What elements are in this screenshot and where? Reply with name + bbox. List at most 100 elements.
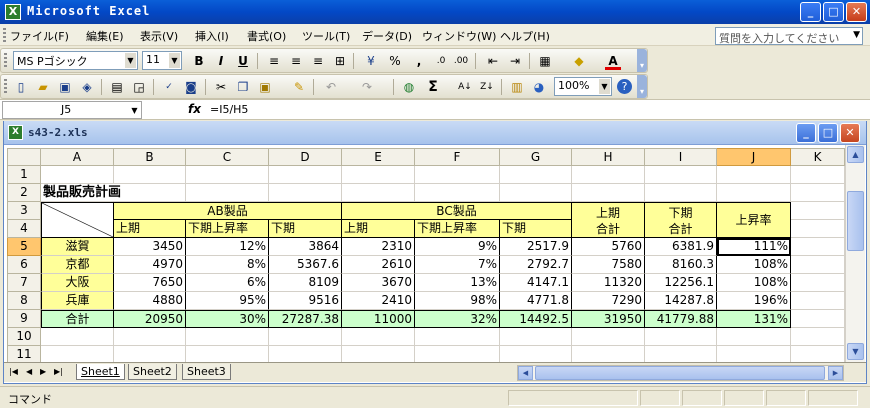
cell[interactable] — [791, 202, 845, 220]
hyperlink-icon[interactable]: ◍ — [401, 79, 417, 95]
data-cell-h[interactable]: 11320 — [572, 274, 645, 292]
column-header-e[interactable]: E — [342, 148, 415, 166]
align-center-icon[interactable]: ≡ — [288, 53, 304, 69]
cell[interactable] — [114, 166, 186, 184]
chevron-down-icon[interactable]: ▼ — [125, 53, 136, 68]
horizontal-scrollbar[interactable]: ◀ ▶ — [517, 365, 844, 381]
save-icon[interactable]: ▣ — [57, 79, 73, 95]
region-name[interactable]: 京都 — [41, 256, 114, 274]
j-header[interactable]: 上昇率 — [717, 202, 791, 238]
selected-cell[interactable]: 111% — [717, 238, 791, 256]
data-cell-b[interactable]: 3450 — [114, 238, 186, 256]
column-header-c[interactable]: C — [186, 148, 269, 166]
increase-decimal-icon[interactable]: .0 — [433, 53, 449, 69]
cell[interactable] — [415, 328, 500, 346]
region-name[interactable]: 滋賀 — [41, 238, 114, 256]
cell[interactable] — [342, 328, 415, 346]
research-icon[interactable]: ◙ — [183, 79, 199, 95]
row-header-5[interactable]: 5 — [7, 238, 41, 256]
vertical-scrollbar[interactable]: ▲ ▼ — [845, 145, 865, 362]
undo-icon[interactable]: ↶ — [323, 79, 339, 95]
sort-ascending-icon[interactable]: A↓ — [457, 79, 473, 95]
menu-view[interactable]: 表示(V) — [140, 28, 178, 44]
data-cell-g[interactable]: 2792.7 — [500, 256, 572, 274]
currency-icon[interactable]: ¥ — [363, 53, 379, 69]
data-cell-c[interactable]: 6% — [186, 274, 269, 292]
redo-icon[interactable]: ↷ — [359, 79, 375, 95]
column-header-h[interactable]: H — [572, 148, 645, 166]
total-cell-b[interactable]: 20950 — [114, 310, 186, 328]
chevron-down-icon[interactable]: ▼ — [129, 103, 140, 118]
data-cell-b[interactable]: 4880 — [114, 292, 186, 310]
zoom-select[interactable]: 100% ▼ — [554, 77, 612, 96]
cell[interactable] — [41, 328, 114, 346]
cell[interactable] — [41, 346, 114, 362]
column-header-a[interactable]: A — [41, 148, 114, 166]
copy-icon[interactable]: ❐ — [235, 79, 251, 95]
sub-header[interactable]: 下期上昇率 — [415, 220, 500, 238]
spreadsheet-grid[interactable]: A B C D E F G H I J K 1 2 3 4 5 6 7 8 9 10 11 製品販売計画 AB製品 BC製品 上期… — [4, 145, 845, 362]
data-cell-d[interactable]: 8109 — [269, 274, 342, 292]
data-cell-j[interactable]: 108% — [717, 274, 791, 292]
menu-window[interactable]: ウィンドウ(W) — [422, 28, 496, 44]
autosum-icon[interactable]: Σ — [425, 79, 441, 95]
row-header-4[interactable]: 4 — [7, 220, 41, 238]
group-header-bc[interactable]: BC製品 — [342, 202, 572, 220]
underline-icon[interactable]: U — [235, 53, 251, 69]
sub-header[interactable]: 上期 — [342, 220, 415, 238]
chevron-down-icon[interactable]: ▼ — [169, 53, 180, 68]
data-cell-e[interactable]: 2610 — [342, 256, 415, 274]
sub-header[interactable]: 上期 — [114, 220, 186, 238]
cell[interactable] — [269, 346, 342, 362]
data-cell-h[interactable]: 7580 — [572, 256, 645, 274]
scroll-down-icon[interactable]: ▼ — [847, 343, 864, 360]
bold-icon[interactable]: B — [191, 53, 207, 69]
toolbar-options-icon[interactable]: ▾ — [637, 49, 647, 72]
scroll-left-icon[interactable]: ◀ — [518, 366, 533, 380]
cell[interactable] — [186, 166, 269, 184]
cell[interactable] — [415, 166, 500, 184]
data-cell-g[interactable]: 4771.8 — [500, 292, 572, 310]
column-header-j[interactable]: J — [717, 148, 791, 166]
cut-icon[interactable]: ✂ — [213, 79, 229, 95]
cell[interactable] — [41, 166, 114, 184]
data-cell-j[interactable]: 108% — [717, 256, 791, 274]
data-cell-h[interactable]: 5760 — [572, 238, 645, 256]
column-header-f[interactable]: F — [415, 148, 500, 166]
print-preview-icon[interactable]: ◲ — [131, 79, 147, 95]
data-cell-i[interactable]: 6381.9 — [645, 238, 717, 256]
font-color-icon[interactable]: A — [605, 53, 621, 70]
cell[interactable] — [645, 328, 717, 346]
row-header-1[interactable]: 1 — [7, 166, 41, 184]
total-label[interactable]: 合計 — [41, 310, 114, 328]
row-header-3[interactable]: 3 — [7, 202, 41, 220]
borders-icon[interactable]: ▦ — [537, 53, 553, 69]
cell[interactable] — [500, 184, 572, 202]
cell[interactable] — [791, 184, 845, 202]
data-cell-e[interactable]: 2410 — [342, 292, 415, 310]
last-sheet-icon[interactable]: ▶| — [54, 367, 63, 376]
total-cell-f[interactable]: 32% — [415, 310, 500, 328]
total-cell-i[interactable]: 41779.88 — [645, 310, 717, 328]
data-cell-i[interactable]: 8160.3 — [645, 256, 717, 274]
comma-icon[interactable]: , — [411, 53, 427, 69]
group-header-ab[interactable]: AB製品 — [114, 202, 342, 220]
data-cell-i[interactable]: 14287.8 — [645, 292, 717, 310]
menu-data[interactable]: データ(D) — [362, 28, 412, 44]
cell[interactable] — [415, 346, 500, 362]
sub-header[interactable]: 下期 — [500, 220, 572, 238]
sub-header[interactable]: 下期上昇率 — [186, 220, 269, 238]
cell[interactable] — [791, 166, 845, 184]
total-cell-g[interactable]: 14492.5 — [500, 310, 572, 328]
cell[interactable] — [791, 256, 845, 274]
data-cell-c[interactable]: 8% — [186, 256, 269, 274]
data-cell-i[interactable]: 12256.1 — [645, 274, 717, 292]
italic-icon[interactable]: I — [213, 53, 229, 69]
data-cell-f[interactable]: 13% — [415, 274, 500, 292]
sort-descending-icon[interactable]: Z↓ — [479, 79, 495, 95]
row-header-11[interactable]: 11 — [7, 346, 41, 362]
region-name[interactable]: 大阪 — [41, 274, 114, 292]
data-cell-f[interactable]: 7% — [415, 256, 500, 274]
data-cell-d[interactable]: 5367.6 — [269, 256, 342, 274]
cell[interactable] — [186, 328, 269, 346]
